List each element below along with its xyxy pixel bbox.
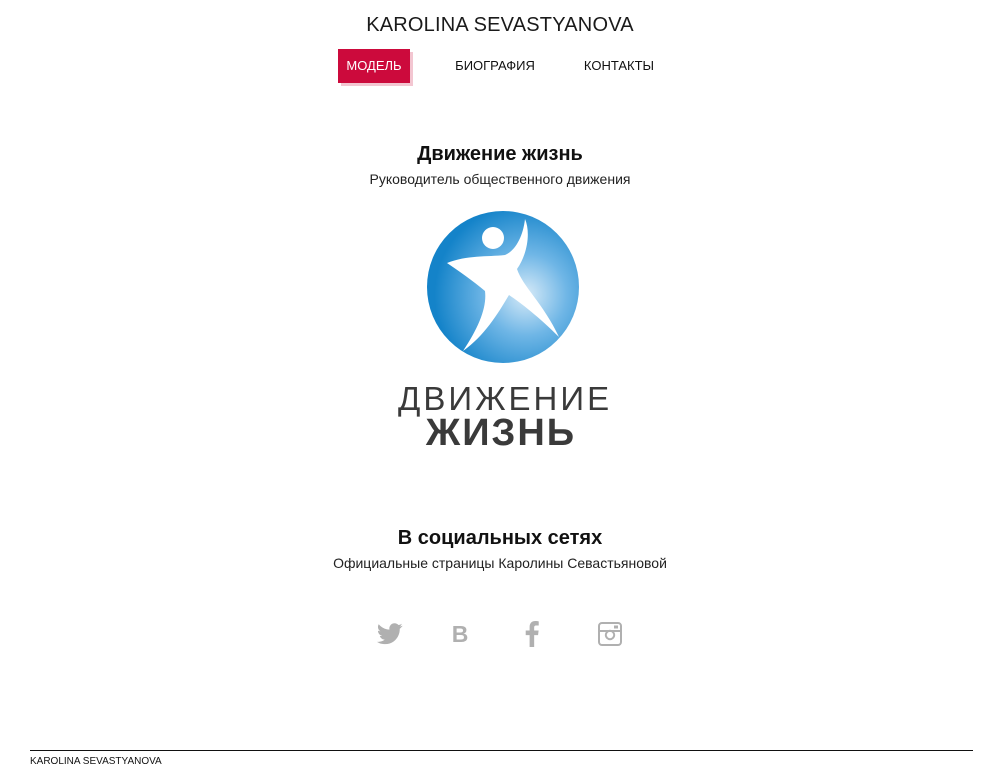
movement-logo[interactable]: ДВИЖЕНИЕ ЖИЗНЬ [398,210,609,454]
nav-item-contacts[interactable]: КОНТАКТЫ [580,49,658,83]
main-nav: МОДЕЛЬ БИОГРАФИЯ КОНТАКТЫ [0,49,1000,83]
movement-title: Движение жизнь [417,143,583,165]
nav-item-biography[interactable]: БИОГРАФИЯ [452,49,538,83]
social-title: В социальных сетях [397,527,603,549]
footer-site-name: KAROLINA SEVASTYANOVA [30,756,162,767]
instagram-icon[interactable] [596,620,624,648]
footer-divider [30,750,973,751]
movement-subtitle: Руководитель общественного движения [369,171,631,187]
facebook-icon[interactable] [518,620,546,648]
social-subtitle: Официальные страницы Каролины Севастьяно… [333,555,667,571]
nav-item-model[interactable]: МОДЕЛЬ [338,49,410,83]
site-title[interactable]: KAROLINA SEVASTYANOVA [0,14,1000,37]
logo-word-life: ЖИЗНЬ [425,412,577,454]
vk-icon[interactable]: B [446,620,474,648]
twitter-icon[interactable] [376,620,404,648]
vk-glyph: B [451,621,469,647]
running-figure-circle-icon [427,211,579,363]
